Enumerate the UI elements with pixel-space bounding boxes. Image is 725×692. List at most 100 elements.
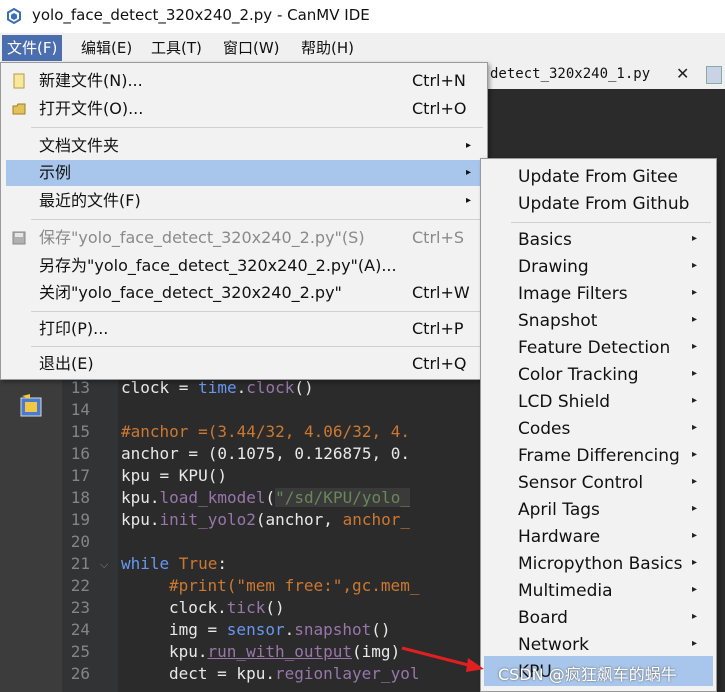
line-number: 17 bbox=[70, 466, 90, 485]
new-file-icon bbox=[13, 73, 25, 89]
line-number: 21 bbox=[70, 554, 90, 573]
submenu-item-update-gitee[interactable]: Update From Gitee bbox=[518, 164, 678, 190]
menu-separator bbox=[31, 311, 483, 312]
menu-item-examples[interactable]: 示例 ▸ bbox=[6, 160, 482, 186]
menu-item-shortcut: Ctrl+S bbox=[412, 228, 465, 247]
submenu-item-frame-differencing[interactable]: Frame Differencing bbox=[518, 443, 680, 469]
document-icon[interactable] bbox=[706, 66, 722, 84]
tab-close-icon[interactable]: ✕ bbox=[676, 64, 689, 83]
code-token: kpu. bbox=[121, 488, 160, 507]
code-token: img = bbox=[169, 620, 227, 639]
submenu-item-drawing[interactable]: Drawing bbox=[518, 254, 589, 280]
menu-file[interactable]: 文件(F) bbox=[2, 35, 63, 61]
line-number: 25 bbox=[70, 642, 90, 661]
menu-item-save-as[interactable]: 另存为"yolo_face_detect_320x240_2.py"(A)... bbox=[2, 253, 486, 279]
code-line-22: #print("mem free:",gc.mem_ bbox=[169, 576, 420, 595]
line-number: 22 bbox=[70, 576, 90, 595]
line-number: 14 bbox=[70, 400, 90, 419]
submenu-item-board[interactable]: Board bbox=[518, 605, 568, 631]
submenu-arrow-icon: ▸ bbox=[466, 167, 472, 178]
submenu-arrow-icon: ▸ bbox=[692, 449, 698, 460]
menu-item-label: 最近的文件(F) bbox=[39, 191, 141, 210]
menu-separator bbox=[511, 222, 711, 223]
menu-item-close[interactable]: 关闭"yolo_face_detect_320x240_2.py" Ctrl+W bbox=[2, 280, 486, 306]
submenu-arrow-icon: ▸ bbox=[692, 260, 698, 271]
code-token: clock. bbox=[169, 598, 227, 617]
submenu-arrow-icon: ▸ bbox=[692, 368, 698, 379]
submenu-item-color-tracking[interactable]: Color Tracking bbox=[518, 362, 639, 388]
menu-item-label: 示例 bbox=[39, 163, 72, 182]
tab-file-1[interactable]: detect_320x240_1.py bbox=[490, 66, 650, 82]
submenu-arrow-icon: ▸ bbox=[692, 638, 698, 649]
submenu-item-micropython-basics[interactable]: Micropython Basics bbox=[518, 551, 683, 577]
submenu-item-basics[interactable]: Basics bbox=[518, 227, 572, 253]
menu-window[interactable]: 窗口(W) bbox=[218, 35, 285, 61]
line-number: 15 bbox=[70, 422, 90, 441]
code-token: run_with_output bbox=[207, 642, 353, 661]
code-token: time bbox=[198, 378, 237, 397]
line-number: 18 bbox=[70, 488, 90, 507]
code-line-25: kpu.run_with_output(img) bbox=[169, 642, 400, 661]
menu-item-label: 另存为"yolo_face_detect_320x240_2.py"(A)... bbox=[39, 256, 397, 275]
menu-item-label: 保存"yolo_face_detect_320x240_2.py"(S) bbox=[39, 228, 365, 247]
code-line-17: kpu = KPU() bbox=[121, 466, 227, 485]
menu-item-exit[interactable]: 退出(E) Ctrl+Q bbox=[2, 351, 486, 377]
menu-item-shortcut: Ctrl+Q bbox=[412, 354, 467, 373]
code-token: load_kmodel bbox=[159, 488, 266, 507]
csdn-watermark: CSDN @疯狂飙车的蜗牛 bbox=[498, 665, 677, 684]
submenu-arrow-icon: ▸ bbox=[692, 557, 698, 568]
submenu-item-image-filters[interactable]: Image Filters bbox=[518, 281, 628, 307]
menu-tools[interactable]: 工具(T) bbox=[146, 35, 207, 61]
fold-toggle-icon[interactable]: ⌵ bbox=[100, 558, 108, 572]
submenu-item-lcd-shield[interactable]: LCD Shield bbox=[518, 389, 610, 415]
menu-item-open-file[interactable]: 打开文件(O)... Ctrl+O bbox=[2, 96, 486, 122]
submenu-arrow-icon: ▸ bbox=[692, 584, 698, 595]
menu-help[interactable]: 帮助(H) bbox=[296, 35, 359, 61]
menu-item-print[interactable]: 打印(P)... Ctrl+P bbox=[2, 316, 486, 342]
submenu-arrow-icon: ▸ bbox=[692, 314, 698, 325]
line-number: 23 bbox=[70, 598, 90, 617]
code-token: sensor bbox=[226, 620, 285, 639]
code-token: kpu. bbox=[169, 642, 208, 661]
menu-item-label: 关闭"yolo_face_detect_320x240_2.py" bbox=[39, 283, 342, 302]
submenu-item-hardware[interactable]: Hardware bbox=[518, 524, 600, 550]
menu-bar: 文件(F) 编辑(E) 工具(T) 窗口(W) 帮助(H) bbox=[0, 33, 725, 63]
menu-item-label: 退出(E) bbox=[39, 354, 94, 373]
submenu-item-multimedia[interactable]: Multimedia bbox=[518, 578, 613, 604]
line-number: 19 bbox=[70, 510, 90, 529]
serial-terminal-icon[interactable] bbox=[18, 392, 46, 420]
code-token: True bbox=[169, 554, 218, 573]
code-token: . bbox=[236, 378, 247, 397]
menu-separator bbox=[31, 346, 483, 347]
code-line-26: dect = kpu.regionlayer_yol bbox=[169, 664, 419, 683]
menu-edit[interactable]: 编辑(E) bbox=[76, 35, 137, 61]
submenu-arrow-icon: ▸ bbox=[692, 530, 698, 541]
examples-submenu bbox=[480, 158, 717, 692]
submenu-arrow-icon: ▸ bbox=[692, 233, 698, 244]
menu-item-documents-folder[interactable]: 文档文件夹 ▸ bbox=[2, 133, 486, 159]
menu-item-save[interactable]: 保存"yolo_face_detect_320x240_2.py"(S) Ctr… bbox=[2, 225, 486, 251]
submenu-item-update-github[interactable]: Update From Github bbox=[518, 191, 689, 217]
submenu-arrow-icon: ▸ bbox=[692, 341, 698, 352]
submenu-item-network[interactable]: Network bbox=[518, 632, 589, 658]
submenu-item-codes[interactable]: Codes bbox=[518, 416, 570, 442]
code-token: (img) bbox=[352, 642, 401, 661]
submenu-arrow-icon: ▸ bbox=[466, 195, 472, 206]
code-token: kpu. bbox=[121, 510, 160, 529]
code-token: init_yolo2 bbox=[159, 510, 256, 529]
submenu-item-feature-detection[interactable]: Feature Detection bbox=[518, 335, 670, 361]
menu-item-recent-files[interactable]: 最近的文件(F) ▸ bbox=[2, 188, 486, 214]
code-line-15: #anchor =(3.44/32, 4.06/32, 4. bbox=[121, 422, 410, 441]
red-arrow-annotation bbox=[401, 646, 484, 672]
submenu-item-sensor-control[interactable]: Sensor Control bbox=[518, 470, 643, 496]
code-token: snapshot bbox=[294, 620, 372, 639]
window-title: yolo_face_detect_320x240_2.py - CanMV ID… bbox=[32, 6, 370, 24]
submenu-item-april-tags[interactable]: April Tags bbox=[518, 497, 600, 523]
code-token: () bbox=[294, 378, 314, 397]
submenu-item-snapshot[interactable]: Snapshot bbox=[518, 308, 597, 334]
code-line-16: anchor = (0.1075, 0.126875, 0. bbox=[121, 444, 410, 463]
code-token: dect = kpu. bbox=[169, 664, 275, 683]
menu-item-shortcut: Ctrl+P bbox=[412, 319, 464, 338]
menu-item-new-file[interactable]: 新建文件(N)... Ctrl+N bbox=[2, 68, 486, 94]
line-number: 16 bbox=[70, 444, 90, 463]
